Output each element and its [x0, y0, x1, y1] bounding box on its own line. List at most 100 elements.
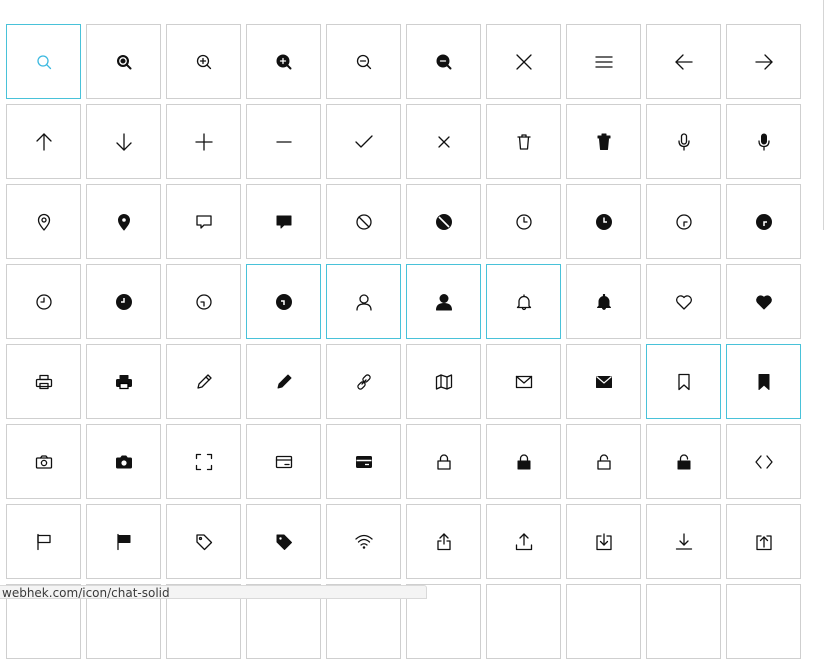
icon-tile-microphone-solid[interactable]	[726, 104, 801, 179]
icon-tile-clock-solid[interactable]	[566, 184, 641, 259]
unlock-solid-icon	[675, 453, 693, 471]
link-icon	[355, 373, 373, 391]
icon-tile-arrow-up[interactable]	[6, 104, 81, 179]
icon-tile-tag-solid[interactable]	[246, 504, 321, 579]
zoom-in-solid-icon	[275, 53, 293, 71]
icon-tile-upload-box[interactable]	[726, 504, 801, 579]
icon-tile-printer-solid[interactable]	[86, 344, 161, 419]
icon-tile-minus[interactable]	[246, 104, 321, 179]
icon-tile-search-solid[interactable]	[86, 24, 161, 99]
icon-tile-clock-left-solid[interactable]	[86, 264, 161, 339]
tag-icon	[195, 533, 213, 551]
icon-tile-share[interactable]	[406, 504, 481, 579]
icon-tile-row-8-8[interactable]	[566, 584, 641, 659]
icon-tile-download-box[interactable]	[566, 504, 641, 579]
heart-solid-icon	[755, 293, 773, 311]
icon-tile-zoom-out-solid[interactable]	[406, 24, 481, 99]
icon-tile-link[interactable]	[326, 344, 401, 419]
icon-tile-clock-alt-solid[interactable]	[726, 184, 801, 259]
icon-tile-close-small[interactable]	[406, 104, 481, 179]
bell-solid-icon	[595, 293, 613, 311]
icon-tile-wifi[interactable]	[326, 504, 401, 579]
icon-tile-zoom-in-solid[interactable]	[246, 24, 321, 99]
user-solid-icon	[435, 293, 453, 311]
icon-tile-printer[interactable]	[6, 344, 81, 419]
icon-tile-camera-solid[interactable]	[86, 424, 161, 499]
icon-tile-credit-card[interactable]	[246, 424, 321, 499]
icon-tile-clock-alt[interactable]	[646, 184, 721, 259]
icon-tile-row-8-9[interactable]	[646, 584, 721, 659]
icon-tile-location-solid[interactable]	[86, 184, 161, 259]
arrow-down-icon	[115, 133, 133, 151]
map-icon	[435, 373, 453, 391]
icon-tile-menu[interactable]	[566, 24, 641, 99]
icon-tile-unlock[interactable]	[566, 424, 641, 499]
share-icon	[435, 533, 453, 551]
icon-tile-bell[interactable]	[486, 264, 561, 339]
icon-tile-arrow-left[interactable]	[646, 24, 721, 99]
icon-tile-zoom-in[interactable]	[166, 24, 241, 99]
icon-tile-check[interactable]	[326, 104, 401, 179]
icon-tile-camera[interactable]	[6, 424, 81, 499]
icon-tile-code[interactable]	[726, 424, 801, 499]
icon-tile-flag-solid[interactable]	[86, 504, 161, 579]
icon-tile-map[interactable]	[406, 344, 481, 419]
scrollbar-track[interactable]	[823, 0, 824, 230]
icon-tile-clock[interactable]	[486, 184, 561, 259]
heart-icon	[675, 293, 693, 311]
icon-tile-upload[interactable]	[486, 504, 561, 579]
icon-tile-ban[interactable]	[326, 184, 401, 259]
fullscreen-icon	[195, 453, 213, 471]
icon-tile-arrow-right[interactable]	[726, 24, 801, 99]
zoom-out-icon	[355, 53, 373, 71]
icon-tile-trash[interactable]	[486, 104, 561, 179]
credit-card-icon	[275, 453, 293, 471]
icon-tile-bookmark[interactable]	[646, 344, 721, 419]
trash-icon	[515, 133, 533, 151]
icon-tile-tag[interactable]	[166, 504, 241, 579]
search-solid-icon	[115, 53, 133, 71]
microphone-icon	[675, 133, 693, 151]
bell-icon	[515, 293, 533, 311]
icon-grid	[6, 24, 801, 659]
icon-tile-location[interactable]	[6, 184, 81, 259]
icon-tile-lock[interactable]	[406, 424, 481, 499]
icon-tile-user[interactable]	[326, 264, 401, 339]
icon-tile-user-solid[interactable]	[406, 264, 481, 339]
icon-tile-flag[interactable]	[6, 504, 81, 579]
icon-tile-arrow-down[interactable]	[86, 104, 161, 179]
minus-icon	[275, 133, 293, 151]
icon-tile-zoom-out[interactable]	[326, 24, 401, 99]
icon-tile-download[interactable]	[646, 504, 721, 579]
icon-tile-clock-down[interactable]	[166, 264, 241, 339]
close-icon	[515, 53, 533, 71]
icon-tile-heart[interactable]	[646, 264, 721, 339]
credit-card-solid-icon	[355, 453, 373, 471]
icon-tile-pencil[interactable]	[166, 344, 241, 419]
icon-tile-microphone[interactable]	[646, 104, 721, 179]
icon-tile-mail[interactable]	[486, 344, 561, 419]
icon-tile-clock-down-solid[interactable]	[246, 264, 321, 339]
icon-tile-lock-solid[interactable]	[486, 424, 561, 499]
icon-tile-plus[interactable]	[166, 104, 241, 179]
icon-tile-chat-solid[interactable]	[246, 184, 321, 259]
icon-tile-clock-left[interactable]	[6, 264, 81, 339]
icon-tile-mail-solid[interactable]	[566, 344, 641, 419]
icon-tile-row-8-10[interactable]	[726, 584, 801, 659]
icon-tile-fullscreen[interactable]	[166, 424, 241, 499]
icon-tile-credit-card-solid[interactable]	[326, 424, 401, 499]
icon-tile-search[interactable]	[6, 24, 81, 99]
pencil-icon	[195, 373, 213, 391]
lock-solid-icon	[515, 453, 533, 471]
icon-tile-close[interactable]	[486, 24, 561, 99]
icon-tile-bell-solid[interactable]	[566, 264, 641, 339]
icon-tile-bookmark-solid[interactable]	[726, 344, 801, 419]
icon-tile-trash-solid[interactable]	[566, 104, 641, 179]
icon-tile-heart-solid[interactable]	[726, 264, 801, 339]
location-icon	[35, 213, 53, 231]
icon-tile-unlock-solid[interactable]	[646, 424, 721, 499]
icon-tile-pencil-solid[interactable]	[246, 344, 321, 419]
icon-tile-ban-solid[interactable]	[406, 184, 481, 259]
icon-tile-chat[interactable]	[166, 184, 241, 259]
icon-tile-row-8-7[interactable]	[486, 584, 561, 659]
